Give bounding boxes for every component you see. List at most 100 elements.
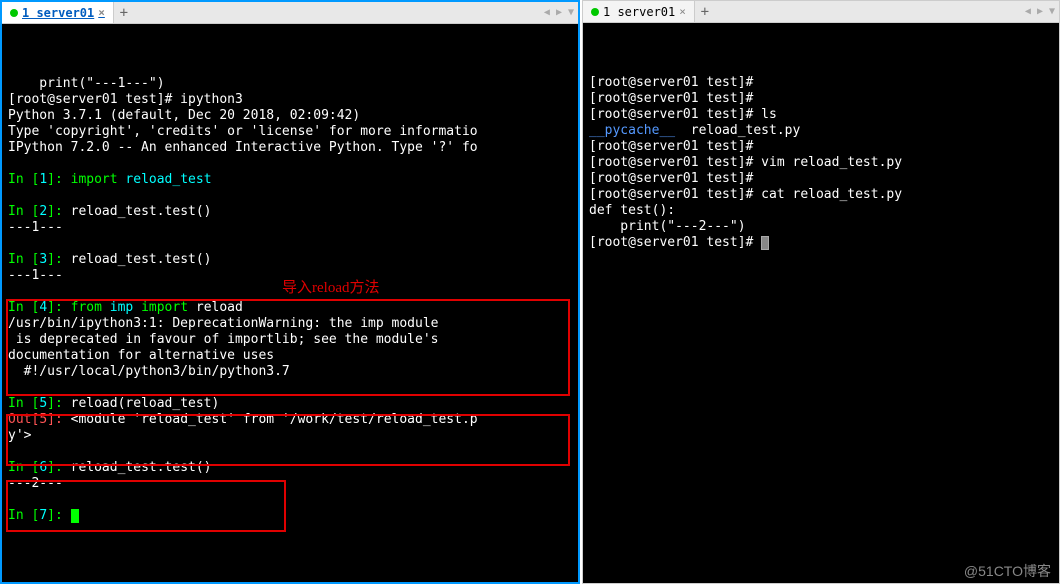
terminal-text: [root@server01 test]# [589,139,753,154]
terminal-line [8,380,572,396]
add-tab-button[interactable]: + [114,2,134,23]
terminal-text: #!/usr/local/python3/bin/python3.7 [8,364,290,379]
terminal-line: IPython 7.2.0 -- An enhanced Interactive… [8,140,572,156]
tab-server01-left[interactable]: 1 server01 × [2,2,114,23]
terminal-text: [root@server01 test]# [589,75,753,90]
status-dot-icon [10,9,18,17]
terminal-text [133,300,141,315]
terminal-text: ]: [47,204,70,219]
terminal-text: <module 'reload_test' from '/work/test/r… [71,412,478,427]
terminal-text: [root@server01 test]# [589,171,753,186]
chevron-left-icon[interactable]: ◀ [1023,6,1033,17]
terminal-text: print("---1---") [8,76,165,91]
terminal-text: [root@server01 test]# [589,235,761,250]
watermark: @51CTO博客 [964,563,1051,579]
terminal-text: def test(): [589,203,675,218]
terminal-text: [root@server01 test]# ipython3 [8,92,243,107]
annotation-label: 导入reload方法 [282,280,379,296]
terminal-text: y'> [8,428,31,443]
terminal-line [8,492,572,508]
tab-label: 1 server01 [22,6,94,20]
terminal-text: reload_test.py [675,123,800,138]
terminal-line: In [5]: reload(reload_test) [8,396,572,412]
terminal-text: import [141,300,188,315]
terminal-line: #!/usr/local/python3/bin/python3.7 [8,364,572,380]
status-dot-icon [591,8,599,16]
terminal-line: [root@server01 test]# ipython3 [8,92,572,108]
terminal-text: ]: [47,412,70,427]
terminal-line: In [4]: from imp import reload [8,300,572,316]
terminal-line: y'> [8,428,572,444]
terminal-line: In [2]: reload_test.test() [8,204,572,220]
terminal-line: Python 3.7.1 (default, Dec 20 2018, 02:0… [8,108,572,124]
terminal-line: In [6]: reload_test.test() [8,460,572,476]
terminal-line [8,188,572,204]
terminal-line: ---2--- [8,476,572,492]
terminal-text: In [ [8,204,39,219]
close-icon[interactable]: × [98,6,105,19]
terminal-line: print("---1---") [8,76,572,92]
terminal-line: [root@server01 test]# [589,139,1053,155]
chevron-right-icon[interactable]: ▶ [554,7,564,18]
terminal-line: In [1]: import reload_test [8,172,572,188]
terminal-text: 5 [39,412,47,427]
chevron-down-icon[interactable]: ▼ [566,7,576,18]
terminal-line: __pycache__ reload_test.py [589,123,1053,139]
terminal-text: Python 3.7.1 (default, Dec 20 2018, 02:0… [8,108,360,123]
terminal-text: ]: [47,172,70,187]
terminal-text: [root@server01 test]# vim reload_test.py [589,155,902,170]
terminal-line [8,236,572,252]
terminal-text: In [ [8,252,39,267]
add-tab-button[interactable]: + [695,1,715,22]
terminal-line: [root@server01 test]# vim reload_test.py [589,155,1053,171]
terminal-line [8,444,572,460]
chevron-down-icon[interactable]: ▼ [1047,6,1057,17]
terminal-text: 5 [39,396,47,411]
terminal-line [8,156,572,172]
terminal-text: In [ [8,508,39,523]
terminal-line: In [3]: reload_test.test() [8,252,572,268]
terminal-text: Type 'copyright', 'credits' or 'license'… [8,124,478,139]
terminal-line: print("---2---") [589,219,1053,235]
terminal-text: documentation for alternative uses [8,348,274,363]
terminal-text: [root@server01 test]# ls [589,107,777,122]
terminal-text: reload_test.test() [71,252,212,267]
terminal-text: 1 [39,172,47,187]
terminal-text: ---1--- [8,268,63,283]
terminal-text: reload(reload_test) [71,396,220,411]
tabbar-right: 1 server01 × + ◀ ▶ ▼ [583,1,1059,23]
terminal-text: __pycache__ [589,123,675,138]
terminal-line: In [7]: [8,508,572,524]
terminal-text: print("---2---") [589,219,746,234]
chevron-right-icon[interactable]: ▶ [1035,6,1045,17]
left-pane: 1 server01 × + ◀ ▶ ▼ print("---1---")[ro… [0,0,580,584]
terminal-text: import [71,172,118,187]
terminal-text: 3 [39,252,47,267]
terminal-text: ]: [47,508,70,523]
chevron-left-icon[interactable]: ◀ [542,7,552,18]
tab-nav: ◀ ▶ ▼ [542,2,576,23]
terminal-text: ]: [47,396,70,411]
terminal-line: [root@server01 test]# ls [589,107,1053,123]
terminal-line: Type 'copyright', 'credits' or 'license'… [8,124,572,140]
terminal-line: [root@server01 test]# [589,75,1053,91]
terminal-text: 7 [39,508,47,523]
terminal-text: from [71,300,102,315]
terminal-text: ]: [47,460,70,475]
terminal-text: ---2--- [8,476,63,491]
terminal-left[interactable]: print("---1---")[root@server01 test]# ip… [2,24,578,582]
close-icon[interactable]: × [679,5,686,18]
terminal-line: [root@server01 test]# [589,171,1053,187]
terminal-text: [root@server01 test]# cat reload_test.py [589,187,902,202]
tab-nav: ◀ ▶ ▼ [1023,1,1057,22]
terminal-text: [root@server01 test]# [589,91,753,106]
terminal-text [102,300,110,315]
terminal-text: imp [110,300,133,315]
terminal-text: In [ [8,460,39,475]
terminal-text: is deprecated in favour of importlib; se… [8,332,438,347]
terminal-text: reload_test [125,172,211,187]
tab-server01-right[interactable]: 1 server01 × [583,1,695,22]
terminal-right[interactable]: [root@server01 test]#[root@server01 test… [583,23,1059,583]
cursor-icon [761,236,769,250]
tab-label: 1 server01 [603,5,675,19]
